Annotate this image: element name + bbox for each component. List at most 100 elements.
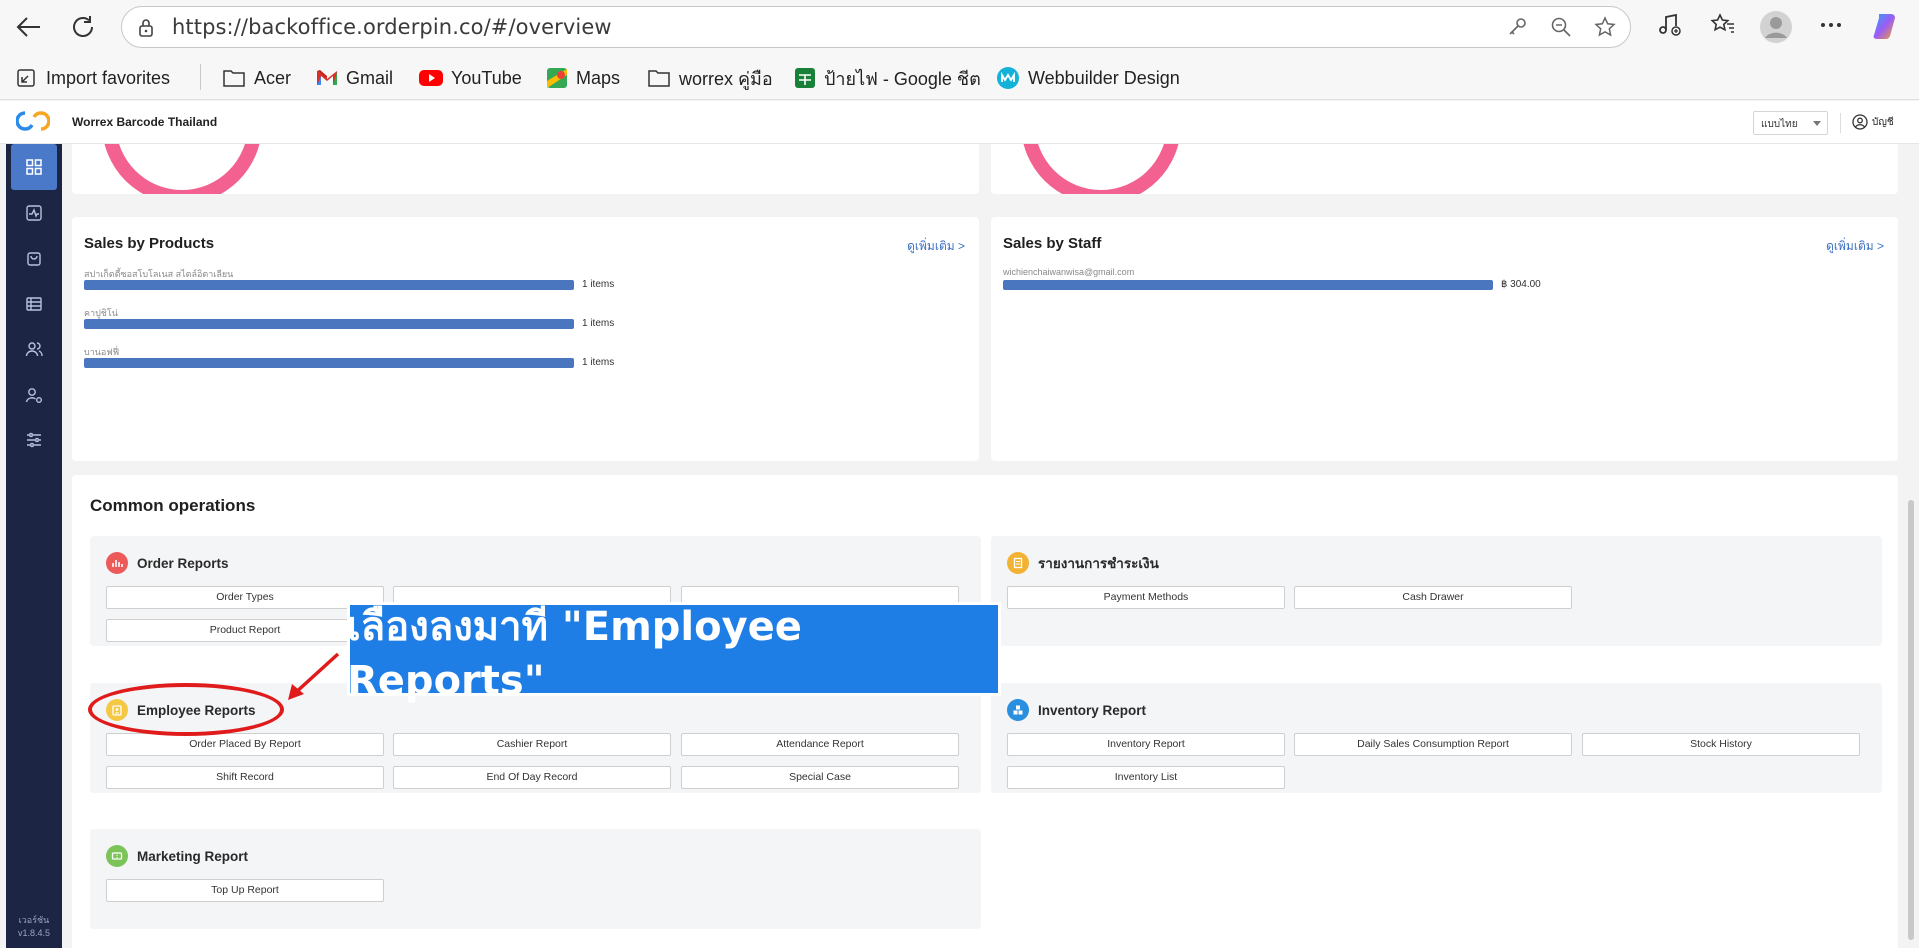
bookmark-import-favorites[interactable]: Import favorites — [16, 64, 170, 92]
sidebar-item-products[interactable] — [11, 281, 57, 327]
database-icon — [26, 297, 42, 311]
zoom-out-icon[interactable] — [1550, 16, 1572, 38]
sales-by-staff-card: Sales by Staff ดูเพิ่มเติม > wichienchai… — [991, 217, 1898, 461]
sidebar-item-orders[interactable] — [11, 235, 57, 281]
reload-icon — [73, 16, 93, 37]
user-settings-icon — [25, 388, 42, 403]
back-arrow-icon — [16, 17, 40, 37]
ticket-icon — [106, 845, 128, 867]
bookmark-youtube[interactable]: YouTube — [419, 64, 522, 92]
product-bar-label: สปาเก็ตตี้ซอสโบโลเนส สไตล์อิตาเลียน — [84, 269, 234, 279]
inventory-list-button[interactable]: Inventory List — [1007, 766, 1285, 789]
folder-icon — [648, 70, 670, 87]
end-of-day-record-button[interactable]: End Of Day Record — [393, 766, 671, 789]
youtube-icon — [419, 70, 443, 86]
sales-by-staff-more-link[interactable]: ดูเพิ่มเติม > — [1826, 237, 1884, 256]
music-icon — [1659, 13, 1681, 36]
bookmark-acer[interactable]: Acer — [222, 64, 291, 92]
key-icon[interactable] — [1506, 16, 1528, 38]
marketing-report-title: Marketing Report — [137, 848, 249, 864]
product-report-button[interactable]: Product Report — [106, 619, 384, 642]
product-bar-value: 1 items — [582, 318, 615, 329]
webbuilder-icon — [997, 67, 1019, 89]
product-bar — [84, 319, 574, 329]
bookmark-google-sheets[interactable]: ป้ายไฟ - Google ชีต — [794, 64, 981, 92]
sliders-icon — [27, 432, 41, 448]
payment-methods-button[interactable]: Payment Methods — [1007, 586, 1285, 609]
bookmark-maps[interactable]: Maps — [546, 64, 620, 92]
star-icon[interactable] — [1594, 16, 1616, 38]
maps-icon — [547, 68, 567, 88]
favorites-button[interactable] — [1710, 12, 1736, 38]
ellipsis-icon — [1821, 23, 1841, 27]
media-button[interactable] — [1656, 12, 1682, 38]
avatar-icon — [1760, 11, 1792, 43]
more-menu-button[interactable] — [1818, 12, 1844, 38]
app-version: เวอร์ชัน v1.8.4.5 — [17, 915, 51, 938]
staff-bar-label: wichienchaiwanwisa@gmail.com — [1003, 267, 1135, 277]
overview-icon — [26, 159, 42, 175]
language-select[interactable]: แบบไทย — [1753, 111, 1828, 135]
special-case-button[interactable]: Special Case — [681, 766, 959, 789]
main-content: Sales by Products ดูเพิ่มเติม > สปาเก็ตต… — [62, 144, 1919, 948]
bookmark-worrex-manual[interactable]: worrex คู่มือ — [647, 64, 773, 92]
sidebar-item-overview[interactable] — [11, 144, 57, 190]
sidebar-item-staff[interactable] — [11, 372, 57, 418]
sidebar: เวอร์ชัน v1.8.4.5 — [6, 144, 62, 948]
lock-icon — [139, 19, 153, 37]
donut-chart-right — [1021, 144, 1181, 194]
app-header: Worrex Barcode Thailand แบบไทย บัญชี — [0, 101, 1919, 144]
product-bar — [84, 280, 574, 290]
stock-history-button[interactable]: Stock History — [1582, 733, 1860, 756]
payment-reports-panel: รายงานการชำระเงิน Payment Methods Cash D… — [991, 536, 1882, 646]
sidebar-item-customers[interactable] — [11, 326, 57, 372]
product-bar-value: 1 items — [582, 279, 615, 290]
staff-bar-value: ฿ 304.00 — [1501, 279, 1541, 290]
reload-button[interactable] — [68, 12, 98, 42]
sidebar-item-settings[interactable] — [11, 417, 57, 463]
sales-by-products-more-link[interactable]: ดูเพิ่มเติม > — [907, 237, 965, 256]
order-placed-by-report-button[interactable]: Order Placed By Report — [106, 733, 384, 756]
chevron-down-icon — [1813, 121, 1821, 126]
document-icon — [1007, 552, 1029, 574]
cashier-report-button[interactable]: Cashier Report — [393, 733, 671, 756]
shopping-bag-icon — [27, 252, 41, 266]
top-up-report-button[interactable]: Top Up Report — [106, 879, 384, 902]
chart-card-left — [72, 144, 979, 194]
daily-sales-consumption-report-button[interactable]: Daily Sales Consumption Report — [1294, 733, 1572, 756]
folder-icon — [223, 70, 245, 87]
browser-toolbar: https://backoffice.orderpin.co/#/overvie… — [0, 0, 1919, 56]
product-bar-label: คาปูชิโน่ — [84, 308, 118, 318]
orderpin-logo-icon[interactable] — [16, 109, 50, 133]
page-scrollbar[interactable] — [1908, 500, 1914, 940]
bookmark-webbuilder[interactable]: Webbuilder Design — [996, 64, 1180, 92]
product-bar-label: บานอฟฟี่ — [84, 347, 120, 357]
back-button[interactable] — [14, 12, 44, 42]
boxes-icon — [1007, 699, 1029, 721]
sales-by-staff-title: Sales by Staff — [1003, 235, 1102, 252]
users-icon — [25, 342, 43, 357]
url-text[interactable]: https://backoffice.orderpin.co/#/overvie… — [172, 15, 612, 39]
sidebar-item-activity[interactable] — [11, 190, 57, 236]
user-circle-icon — [1852, 114, 1868, 130]
gmail-icon — [317, 70, 337, 85]
shift-record-button[interactable]: Shift Record — [106, 766, 384, 789]
bookmark-gmail[interactable]: Gmail — [316, 64, 393, 92]
header-divider — [1840, 113, 1841, 133]
inventory-report-button[interactable]: Inventory Report — [1007, 733, 1285, 756]
order-reports-title: Order Reports — [137, 555, 229, 571]
copilot-button[interactable] — [1870, 10, 1902, 42]
chart-card-right — [991, 144, 1898, 194]
highlight-circle — [88, 683, 284, 736]
bar-chart-icon — [106, 552, 128, 574]
profile-button[interactable] — [1759, 10, 1793, 44]
import-icon — [17, 69, 35, 87]
account-button[interactable]: บัญชี — [1852, 114, 1894, 130]
activity-icon — [26, 205, 42, 221]
order-types-button[interactable]: Order Types — [106, 586, 384, 609]
address-bar[interactable]: https://backoffice.orderpin.co/#/overvie… — [121, 6, 1631, 48]
attendance-report-button[interactable]: Attendance Report — [681, 733, 959, 756]
cash-drawer-button[interactable]: Cash Drawer — [1294, 586, 1572, 609]
inventory-report-panel: Inventory Report Inventory Report Daily … — [991, 683, 1882, 793]
instruction-callout: เลื่องลงมาที่ "Employee Reports" — [347, 602, 1001, 704]
